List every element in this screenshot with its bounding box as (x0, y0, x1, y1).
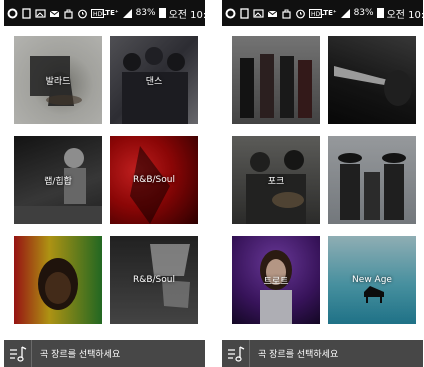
genre-label: 랩/힙합 (44, 176, 72, 187)
bag-icon (63, 8, 74, 19)
status-right: LTE⁺ 83% 오전 10:28 (320, 6, 423, 21)
clock: 오전 10:28 (386, 9, 423, 21)
signal-icon (340, 8, 351, 19)
svg-text:HD: HD (93, 11, 103, 18)
phone-screen-left: HD LTE⁺ 83% 오전 10:28 발라드 댄스 (4, 0, 205, 367)
hd-voice-icon: HD (309, 8, 322, 19)
lte-indicator: LTE⁺ (102, 9, 119, 17)
genre-tile[interactable] (328, 136, 416, 224)
lte-indicator: LTE⁺ (320, 9, 337, 17)
music-list-icon[interactable] (222, 340, 250, 367)
hd-voice-icon: HD (91, 8, 104, 19)
clock: 오전 10:28 (168, 9, 205, 21)
genre-tile[interactable]: 발라드 (14, 36, 102, 124)
tile-dim-overlay (328, 136, 416, 224)
tile-dim-overlay (328, 36, 416, 124)
status-bar: HD LTE⁺ 83% 오전 10:28 (4, 0, 205, 26)
genre-tile[interactable]: 트로트 (232, 236, 320, 324)
genre-label: 포크 (267, 176, 285, 187)
tile-dim-overlay (14, 236, 102, 324)
genre-label: 발라드 (45, 76, 71, 87)
status-right: LTE⁺ 83% 오전 10:28 (102, 6, 205, 21)
battery-percent: 83% (135, 8, 156, 18)
genre-tile[interactable]: 댄스 (110, 36, 198, 124)
notification-app-icon (225, 8, 236, 19)
battery-percent: 83% (353, 8, 374, 18)
genre-prompt: 곡 장르를 선택하세요 (258, 350, 339, 360)
bottom-bar: 곡 장르를 선택하세요 (222, 340, 423, 367)
genre-label: 트로트 (263, 276, 289, 287)
svg-text:HD: HD (311, 11, 321, 18)
email-icon (267, 8, 278, 19)
alarm-icon (77, 8, 88, 19)
battery-icon (376, 8, 384, 18)
sim-icon (239, 7, 250, 19)
genre-tile[interactable]: 포크 (232, 136, 320, 224)
email-icon (49, 8, 60, 19)
bottom-bar: 곡 장르를 선택하세요 (4, 340, 205, 367)
genre-tile[interactable]: New Age (328, 236, 416, 324)
genre-tile[interactable] (328, 36, 416, 124)
image-icon (253, 8, 264, 19)
genre-label: New Age (352, 275, 392, 285)
genre-grid: 발라드 댄스 랩/힙합 R&B/Soul R&B/Soul (4, 26, 205, 340)
screen-divider (205, 0, 222, 367)
genre-prompt: 곡 장르를 선택하세요 (40, 350, 121, 360)
sim-icon (21, 7, 32, 19)
music-list-icon[interactable] (4, 340, 32, 367)
genre-tile[interactable] (14, 236, 102, 324)
tile-dim-overlay (232, 36, 320, 124)
battery-icon (158, 8, 166, 18)
genre-label: 댄스 (145, 76, 163, 87)
genre-label: R&B/Soul (133, 275, 175, 285)
phone-screen-right: HD LTE⁺ 83% 오전 10:28 (222, 0, 423, 367)
alarm-icon (295, 8, 306, 19)
status-bar: HD LTE⁺ 83% 오전 10:28 (222, 0, 423, 26)
notification-app-icon (7, 8, 18, 19)
genre-tile[interactable]: R&B/Soul (110, 136, 198, 224)
bag-icon (281, 8, 292, 19)
genre-tile[interactable] (232, 36, 320, 124)
signal-icon (122, 8, 133, 19)
genre-grid: 포크 트로트 New Age (222, 26, 423, 340)
genre-tile[interactable]: R&B/Soul (110, 236, 198, 324)
status-icons: HD (225, 7, 322, 19)
genre-label: R&B/Soul (133, 175, 175, 185)
genre-tile[interactable]: 랩/힙합 (14, 136, 102, 224)
status-icons: HD (7, 7, 104, 19)
image-icon (35, 8, 46, 19)
